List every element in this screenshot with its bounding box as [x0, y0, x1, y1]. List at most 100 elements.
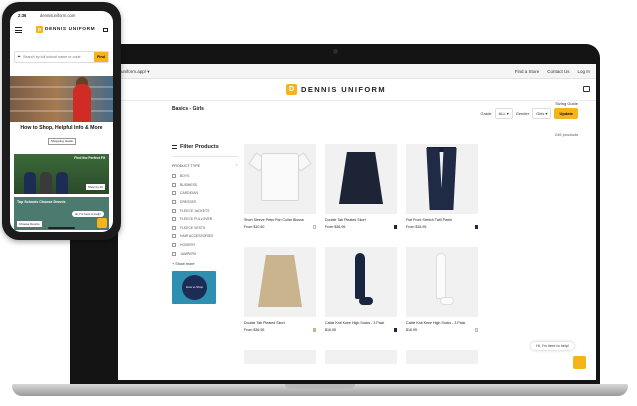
login-link[interactable]: Log In — [577, 69, 590, 74]
product-card[interactable] — [406, 350, 478, 364]
brand-logo[interactable]: D DENNIS UNIFORM — [286, 84, 386, 95]
product-image[interactable] — [406, 247, 478, 317]
size-guide-link[interactable]: Sizing Guide — [555, 101, 578, 106]
checkbox[interactable] — [172, 234, 176, 239]
gender-select[interactable]: Girls ▾ — [532, 108, 552, 119]
shop-by-fit-button[interactable]: Shop by Fit — [85, 184, 105, 190]
filter-option-label: JUMPERS — [180, 251, 197, 256]
product-card[interactable]: Double Tab Pleated Skort From $36.95 — [325, 144, 397, 229]
phone-frame: 2:36 dennisuniform.com D DENNIS UNIFORM … — [2, 2, 121, 240]
checkbox[interactable] — [172, 208, 176, 213]
shopping-guide-button[interactable]: Shopping Guide — [48, 138, 76, 145]
cart-icon[interactable] — [583, 86, 590, 92]
product-image[interactable] — [325, 247, 397, 317]
checkbox[interactable] — [172, 200, 176, 205]
marketing-composite: uniform.app/ ▾ Find a Store Contact Us L… — [0, 0, 637, 406]
filter-option-label: HAIR ACCESSORIES — [180, 234, 214, 239]
product-card[interactable]: Flat Front Stretch Twill Pants From $18.… — [406, 144, 478, 229]
product-name[interactable]: Double Tab Pleated Skort — [244, 321, 316, 325]
school-search-bar[interactable]: ⌖ Search by full school name or code Fin… — [14, 51, 109, 63]
checkbox[interactable] — [172, 243, 176, 248]
filter-option[interactable]: BOYS — [172, 172, 238, 181]
chat-bubble[interactable]: Hi, I'm here to help! — [531, 342, 574, 350]
chat-launcher-button[interactable] — [97, 218, 107, 228]
product-price: From $36.95 — [325, 225, 346, 229]
find-store-link[interactable]: Find a Store — [515, 69, 540, 74]
filter-option[interactable]: FLEECE PULLOVER — [172, 215, 238, 224]
checkbox[interactable] — [172, 225, 176, 230]
product-name[interactable]: Cable Knit Knee High Socks - 3 Pack — [325, 321, 397, 325]
grade-select[interactable]: ALL ▾ — [494, 108, 513, 119]
product-name[interactable]: Flat Front Stretch Twill Pants — [406, 218, 478, 222]
how-to-shop-promo[interactable]: How to Shop — [172, 270, 216, 304]
page-title: Basics - Girls — [172, 106, 204, 112]
logo-mark: D — [286, 84, 297, 95]
color-swatch[interactable] — [474, 328, 478, 332]
school-search-input[interactable]: Search by full school name or code — [23, 55, 94, 59]
checkbox[interactable] — [172, 182, 176, 187]
product-type-section[interactable]: PRODUCT TYPE ⌃ — [172, 164, 238, 168]
product-price: From $36.95 — [244, 328, 265, 332]
filter-option-label: FLEECE JACKETS — [180, 208, 210, 213]
color-swatch[interactable] — [312, 328, 316, 332]
product-card[interactable]: Double Tab Pleated Skort From $36.95 — [244, 247, 316, 332]
show-more-link[interactable]: + Show more — [172, 262, 238, 266]
color-swatch[interactable] — [393, 328, 397, 332]
product-card[interactable] — [325, 350, 397, 364]
product-image[interactable] — [325, 144, 397, 214]
product-image[interactable] — [244, 247, 316, 317]
filter-bar: Grade ALL ▾ Gender Girls ▾ Update — [481, 108, 578, 119]
sock-graphic — [436, 253, 446, 299]
cart-icon[interactable] — [103, 28, 108, 32]
product-image[interactable] — [244, 144, 316, 214]
fit-promo-tile[interactable]: Find the Perfect Fit Shop by Fit — [14, 154, 109, 194]
sock-foot — [440, 297, 454, 305]
color-swatch[interactable] — [474, 225, 478, 229]
schools-promo-tile[interactable]: Top Schools Choose Dennis Hi, I'm here t… — [14, 197, 109, 230]
pants-leg — [440, 148, 457, 210]
hamburger-menu-icon[interactable] — [15, 27, 22, 33]
product-card[interactable]: Cable Knit Knee High Socks - 3 Pack $16.… — [406, 247, 478, 332]
contact-link[interactable]: Contact Us — [547, 69, 569, 74]
product-card[interactable]: Short Sleeve Peter Pan Collar Blouse Fro… — [244, 144, 316, 229]
update-button[interactable]: Update — [554, 108, 578, 119]
filter-option[interactable]: FLEECE VESTS — [172, 224, 238, 233]
product-image[interactable] — [406, 144, 478, 214]
schools-promo-label: Top Schools Choose Dennis — [17, 200, 66, 204]
chat-launcher-button[interactable] — [573, 356, 586, 369]
filter-option[interactable]: HAIR ACCESSORIES — [172, 232, 238, 241]
result-count: 249 products — [554, 132, 578, 137]
product-type-label: PRODUCT TYPE — [172, 164, 201, 168]
product-name[interactable]: Double Tab Pleated Skort — [325, 218, 397, 222]
phone-brand-logo[interactable]: D DENNIS UNIFORM — [36, 26, 95, 33]
product-name[interactable]: Short Sleeve Peter Pan Collar Blouse — [244, 218, 316, 222]
product-name[interactable]: Cable Knit Knee High Socks - 3 Pack — [406, 321, 478, 325]
laptop-screen: uniform.app/ ▾ Find a Store Contact Us L… — [118, 64, 596, 380]
color-swatch[interactable] — [393, 225, 397, 229]
phone-url[interactable]: dennisuniform.com — [40, 13, 75, 18]
filter-header[interactable]: Filter Products — [172, 144, 238, 157]
phone-chat-bubble[interactable]: Hi, I'm here to help! — [72, 211, 104, 217]
checkbox[interactable] — [172, 217, 176, 222]
checkbox[interactable] — [172, 191, 176, 196]
filter-option[interactable]: HOSIERY — [172, 241, 238, 250]
find-button[interactable]: Find — [93, 52, 108, 62]
color-swatch[interactable] — [312, 225, 316, 229]
filter-option[interactable]: DRESSES — [172, 198, 238, 207]
laptop-notch — [285, 384, 355, 389]
bookshelf-line — [10, 110, 113, 112]
filter-option[interactable]: FLEECE JACKETS — [172, 206, 238, 215]
filter-option[interactable]: JUMPERS — [172, 249, 238, 258]
address-text[interactable]: uniform.app/ ▾ — [121, 69, 150, 75]
product-card[interactable] — [244, 350, 316, 364]
product-card[interactable]: Cable Knit Knee High Socks - 3 Pack $16.… — [325, 247, 397, 332]
filter-option-label: CARDIGAN — [180, 191, 198, 196]
filter-option[interactable]: BUSINESS — [172, 181, 238, 190]
choose-dennis-button[interactable]: Choose Dennis — [17, 221, 42, 227]
logo-mark: D — [36, 26, 43, 33]
filter-option[interactable]: CARDIGAN — [172, 189, 238, 198]
checkbox[interactable] — [172, 251, 176, 256]
filter-title: Filter Products — [180, 144, 219, 150]
student-figure — [24, 172, 36, 194]
checkbox[interactable] — [172, 174, 176, 179]
